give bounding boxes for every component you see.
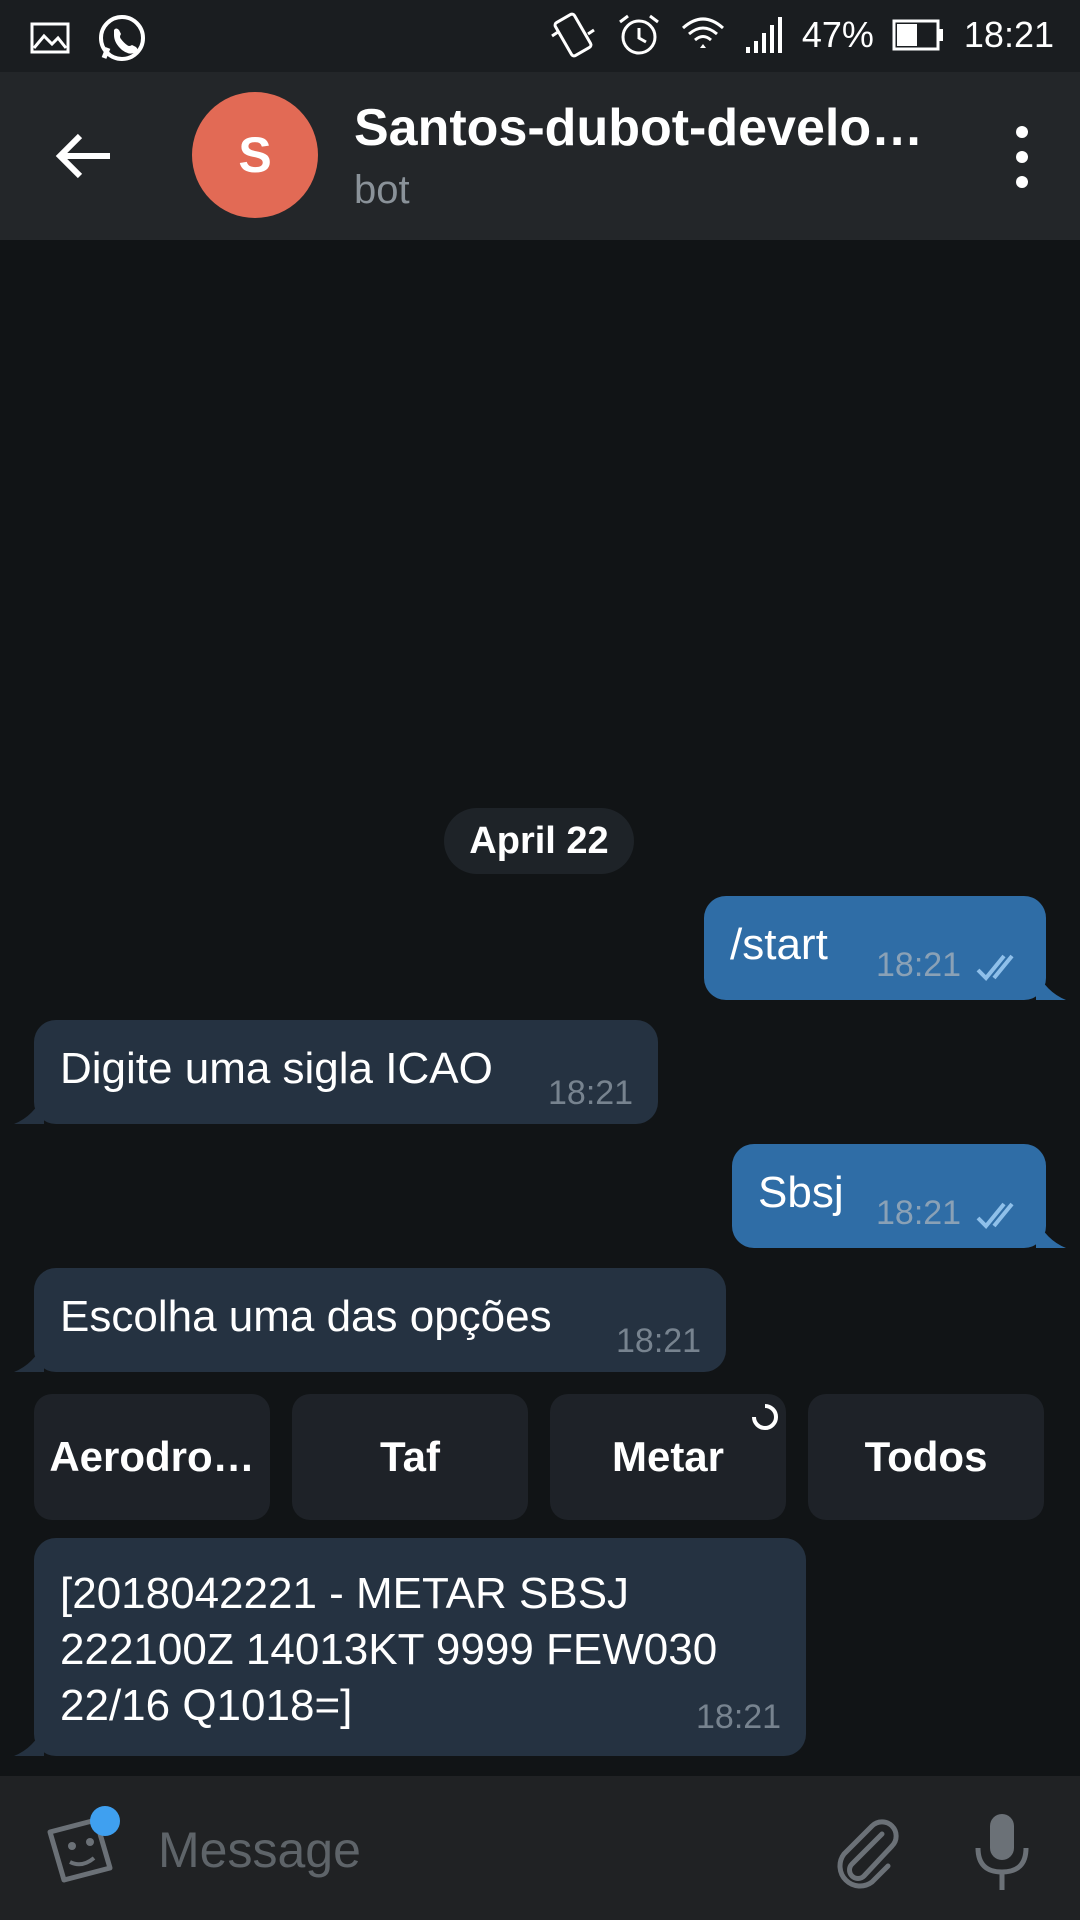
battery-percent: 47% <box>801 14 874 55</box>
message-time: 18:21 <box>876 946 962 984</box>
message-time: 18:21 <box>876 1194 962 1232</box>
bubble-tail <box>14 1094 44 1124</box>
double-check-icon <box>976 1202 1014 1229</box>
notification-dot <box>90 1806 120 1836</box>
message-text: /start <box>730 920 828 969</box>
message-bubble-incoming[interactable]: Digite uma sigla ICAO 18:21 <box>34 1020 658 1124</box>
bubble-tail <box>14 1726 44 1756</box>
metar-line: [2018042221 - METAR SBSJ <box>60 1569 630 1618</box>
date-separator: April 22 <box>444 808 634 874</box>
keyboard-button-todos[interactable]: Todos <box>808 1394 1044 1520</box>
message-bubble-outgoing[interactable]: /start 18:21 <box>704 896 1046 1000</box>
chat-subtitle: bot <box>354 168 410 212</box>
message-input[interactable] <box>156 1814 800 1886</box>
chat-title[interactable]: Santos-dubot-develop… <box>354 98 944 158</box>
vibrate-icon <box>551 12 595 58</box>
image-icon <box>30 22 70 54</box>
more-vertical-icon[interactable] <box>1000 120 1044 194</box>
signal-icon <box>745 17 782 53</box>
message-bubble-incoming[interactable]: Escolha uma das opções 18:21 <box>34 1268 726 1372</box>
metar-message: [2018042221 - METAR SBSJ 222100Z 14013KT… <box>60 1566 780 1734</box>
message-input-bar <box>0 1776 1080 1920</box>
message-time: 18:21 <box>696 1698 782 1736</box>
status-bar: 47% 18:21 <box>0 0 1080 72</box>
message-text: Digite uma sigla ICAO <box>60 1044 493 1093</box>
metar-line: 22/16 Q1018=] <box>60 1681 353 1730</box>
battery-icon <box>892 19 943 51</box>
bubble-tail <box>14 1342 44 1372</box>
message-time: 18:21 <box>548 1074 634 1112</box>
whatsapp-icon <box>99 15 145 61</box>
double-check-icon <box>976 954 1014 981</box>
metar-line: 222100Z 14013KT 9999 FEW030 <box>60 1625 718 1674</box>
message-text: Sbsj <box>758 1168 844 1217</box>
avatar[interactable]: S <box>192 92 318 218</box>
keyboard-button-taf[interactable]: Taf <box>292 1394 528 1520</box>
back-arrow-icon[interactable] <box>50 122 118 190</box>
message-bubble-incoming[interactable]: [2018042221 - METAR SBSJ 222100Z 14013KT… <box>34 1538 806 1756</box>
loading-spinner-icon <box>752 1404 778 1430</box>
message-time: 18:21 <box>616 1322 702 1360</box>
alarm-icon <box>618 14 659 55</box>
bubble-tail <box>1036 1218 1066 1248</box>
message-bubble-outgoing[interactable]: Sbsj 18:21 <box>732 1144 1046 1248</box>
keyboard-button-aerodromo[interactable]: Aerodro… <box>34 1394 270 1520</box>
chat-header: S Santos-dubot-develop… bot <box>0 72 1080 240</box>
status-time: 18:21 <box>963 14 1054 55</box>
bubble-tail <box>1036 970 1066 1000</box>
paperclip-icon[interactable] <box>826 1812 906 1892</box>
wifi-icon <box>681 17 724 48</box>
message-text: Escolha uma das opções <box>60 1292 552 1341</box>
microphone-icon[interactable] <box>970 1810 1034 1894</box>
